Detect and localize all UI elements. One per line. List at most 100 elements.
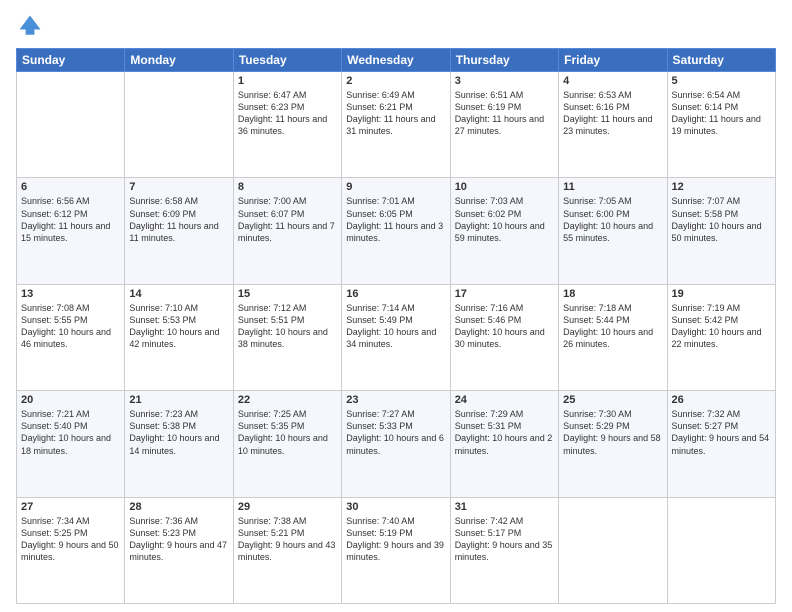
day-number: 16: [346, 288, 445, 300]
day-info: Sunrise: 6:58 AM Sunset: 6:09 PM Dayligh…: [129, 195, 228, 244]
day-info: Sunrise: 7:23 AM Sunset: 5:38 PM Dayligh…: [129, 408, 228, 457]
day-info: Sunrise: 7:34 AM Sunset: 5:25 PM Dayligh…: [21, 515, 120, 564]
calendar-cell: 13 Sunrise: 7:08 AM Sunset: 5:55 PM Dayli…: [17, 284, 125, 390]
day-info: Sunrise: 7:25 AM Sunset: 5:35 PM Dayligh…: [238, 408, 337, 457]
day-number: 24: [455, 394, 554, 406]
day-info: Sunrise: 7:01 AM Sunset: 6:05 PM Dayligh…: [346, 195, 445, 244]
day-number: 31: [455, 501, 554, 513]
calendar-cell: 14 Sunrise: 7:10 AM Sunset: 5:53 PM Dayli…: [125, 284, 233, 390]
day-info: Sunrise: 7:08 AM Sunset: 5:55 PM Dayligh…: [21, 302, 120, 351]
calendar-cell: 10 Sunrise: 7:03 AM Sunset: 6:02 PM Dayli…: [450, 178, 558, 284]
day-info: Sunrise: 6:53 AM Sunset: 6:16 PM Dayligh…: [563, 89, 662, 138]
day-number: 6: [21, 181, 120, 193]
calendar-cell: [17, 72, 125, 178]
calendar-page: Sunday Monday Tuesday Wednesday Thursday…: [0, 0, 792, 612]
day-info: Sunrise: 6:49 AM Sunset: 6:21 PM Dayligh…: [346, 89, 445, 138]
day-info: Sunrise: 7:30 AM Sunset: 5:29 PM Dayligh…: [563, 408, 662, 457]
day-number: 21: [129, 394, 228, 406]
day-number: 23: [346, 394, 445, 406]
day-info: Sunrise: 7:19 AM Sunset: 5:42 PM Dayligh…: [672, 302, 771, 351]
calendar-cell: 18Sunrise: 7:18 AM Sunset: 5:44 PM Dayli…: [559, 284, 667, 390]
calendar-cell: 15 Sunrise: 7:12 AM Sunset: 5:51 PM Dayli…: [233, 284, 341, 390]
day-number: 1: [238, 75, 337, 87]
day-number: 5: [672, 75, 771, 87]
col-saturday: Saturday: [667, 49, 775, 72]
day-info: Sunrise: 7:38 AM Sunset: 5:21 PM Dayligh…: [238, 515, 337, 564]
day-info: Sunrise: 7:29 AM Sunset: 5:31 PM Dayligh…: [455, 408, 554, 457]
day-number: 15: [238, 288, 337, 300]
col-friday: Friday: [559, 49, 667, 72]
day-info: Sunrise: 7:32 AM Sunset: 5:27 PM Dayligh…: [672, 408, 771, 457]
calendar-cell: 4 Sunrise: 6:53 AM Sunset: 6:16 PM Daylig…: [559, 72, 667, 178]
day-number: 13: [21, 288, 120, 300]
calendar-cell: 21 Sunrise: 7:23 AM Sunset: 5:38 PM Dayli…: [125, 391, 233, 497]
calendar-cell: 24 Sunrise: 7:29 AM Sunset: 5:31 PM Dayli…: [450, 391, 558, 497]
calendar-cell: 12Sunrise: 7:07 AM Sunset: 5:58 PM Dayli…: [667, 178, 775, 284]
calendar-cell: 5 Sunrise: 6:54 AM Sunset: 6:14 PM Daylig…: [667, 72, 775, 178]
calendar-cell: [125, 72, 233, 178]
day-info: Sunrise: 7:05 AM Sunset: 6:00 PM Dayligh…: [563, 195, 662, 244]
day-number: 10: [455, 181, 554, 193]
day-info: Sunrise: 7:16 AM Sunset: 5:46 PM Dayligh…: [455, 302, 554, 351]
day-number: 26: [672, 394, 771, 406]
calendar-cell: 19Sunrise: 7:19 AM Sunset: 5:42 PM Dayli…: [667, 284, 775, 390]
day-info: Sunrise: 7:36 AM Sunset: 5:23 PM Dayligh…: [129, 515, 228, 564]
logo-icon: [16, 12, 44, 40]
day-number: 22: [238, 394, 337, 406]
calendar-week-row: 20 Sunrise: 7:21 AM Sunset: 5:40 PM Dayli…: [17, 391, 776, 497]
calendar-cell: [559, 497, 667, 603]
day-info: Sunrise: 6:47 AM Sunset: 6:23 PM Dayligh…: [238, 89, 337, 138]
day-number: 28: [129, 501, 228, 513]
day-number: 4: [563, 75, 662, 87]
calendar-cell: 7Sunrise: 6:58 AM Sunset: 6:09 PM Daylig…: [125, 178, 233, 284]
day-number: 11: [563, 181, 662, 193]
calendar-cell: 29 Sunrise: 7:38 AM Sunset: 5:21 PM Dayli…: [233, 497, 341, 603]
calendar-cell: 2Sunrise: 6:49 AM Sunset: 6:21 PM Daylig…: [342, 72, 450, 178]
calendar-week-row: 27 Sunrise: 7:34 AM Sunset: 5:25 PM Dayli…: [17, 497, 776, 603]
col-monday: Monday: [125, 49, 233, 72]
calendar-cell: 26 Sunrise: 7:32 AM Sunset: 5:27 PM Dayli…: [667, 391, 775, 497]
day-number: 20: [21, 394, 120, 406]
day-number: 29: [238, 501, 337, 513]
day-info: Sunrise: 7:12 AM Sunset: 5:51 PM Dayligh…: [238, 302, 337, 351]
day-number: 17: [455, 288, 554, 300]
col-tuesday: Tuesday: [233, 49, 341, 72]
calendar-week-row: 13 Sunrise: 7:08 AM Sunset: 5:55 PM Dayli…: [17, 284, 776, 390]
calendar-cell: 11 Sunrise: 7:05 AM Sunset: 6:00 PM Dayli…: [559, 178, 667, 284]
day-info: Sunrise: 7:27 AM Sunset: 5:33 PM Dayligh…: [346, 408, 445, 457]
calendar-cell: 22 Sunrise: 7:25 AM Sunset: 5:35 PM Dayli…: [233, 391, 341, 497]
header: [16, 12, 776, 40]
day-number: 3: [455, 75, 554, 87]
calendar-cell: 31 Sunrise: 7:42 AM Sunset: 5:17 PM Dayli…: [450, 497, 558, 603]
day-number: 14: [129, 288, 228, 300]
day-number: 25: [563, 394, 662, 406]
calendar-cell: 9Sunrise: 7:01 AM Sunset: 6:05 PM Daylig…: [342, 178, 450, 284]
day-info: Sunrise: 7:21 AM Sunset: 5:40 PM Dayligh…: [21, 408, 120, 457]
col-wednesday: Wednesday: [342, 49, 450, 72]
calendar-cell: 28 Sunrise: 7:36 AM Sunset: 5:23 PM Dayli…: [125, 497, 233, 603]
day-info: Sunrise: 7:10 AM Sunset: 5:53 PM Dayligh…: [129, 302, 228, 351]
col-sunday: Sunday: [17, 49, 125, 72]
calendar-cell: 6 Sunrise: 6:56 AM Sunset: 6:12 PM Daylig…: [17, 178, 125, 284]
day-info: Sunrise: 6:54 AM Sunset: 6:14 PM Dayligh…: [672, 89, 771, 138]
col-thursday: Thursday: [450, 49, 558, 72]
calendar-cell: 27 Sunrise: 7:34 AM Sunset: 5:25 PM Dayli…: [17, 497, 125, 603]
day-number: 30: [346, 501, 445, 513]
calendar-cell: 17 Sunrise: 7:16 AM Sunset: 5:46 PM Dayli…: [450, 284, 558, 390]
day-info: Sunrise: 7:14 AM Sunset: 5:49 PM Dayligh…: [346, 302, 445, 351]
day-info: Sunrise: 7:42 AM Sunset: 5:17 PM Dayligh…: [455, 515, 554, 564]
calendar-cell: 16 Sunrise: 7:14 AM Sunset: 5:49 PM Dayli…: [342, 284, 450, 390]
day-number: 27: [21, 501, 120, 513]
calendar-cell: 1 Sunrise: 6:47 AM Sunset: 6:23 PM Daylig…: [233, 72, 341, 178]
calendar-week-row: 1 Sunrise: 6:47 AM Sunset: 6:23 PM Daylig…: [17, 72, 776, 178]
calendar-week-row: 6 Sunrise: 6:56 AM Sunset: 6:12 PM Daylig…: [17, 178, 776, 284]
calendar-cell: 23 Sunrise: 7:27 AM Sunset: 5:33 PM Dayli…: [342, 391, 450, 497]
day-info: Sunrise: 6:56 AM Sunset: 6:12 PM Dayligh…: [21, 195, 120, 244]
day-number: 12: [672, 181, 771, 193]
calendar-cell: 25 Sunrise: 7:30 AM Sunset: 5:29 PM Dayli…: [559, 391, 667, 497]
calendar-cell: 20 Sunrise: 7:21 AM Sunset: 5:40 PM Dayli…: [17, 391, 125, 497]
calendar-cell: 3Sunrise: 6:51 AM Sunset: 6:19 PM Daylig…: [450, 72, 558, 178]
logo: [16, 12, 48, 40]
day-info: Sunrise: 7:18 AM Sunset: 5:44 PM Dayligh…: [563, 302, 662, 351]
day-info: Sunrise: 7:03 AM Sunset: 6:02 PM Dayligh…: [455, 195, 554, 244]
